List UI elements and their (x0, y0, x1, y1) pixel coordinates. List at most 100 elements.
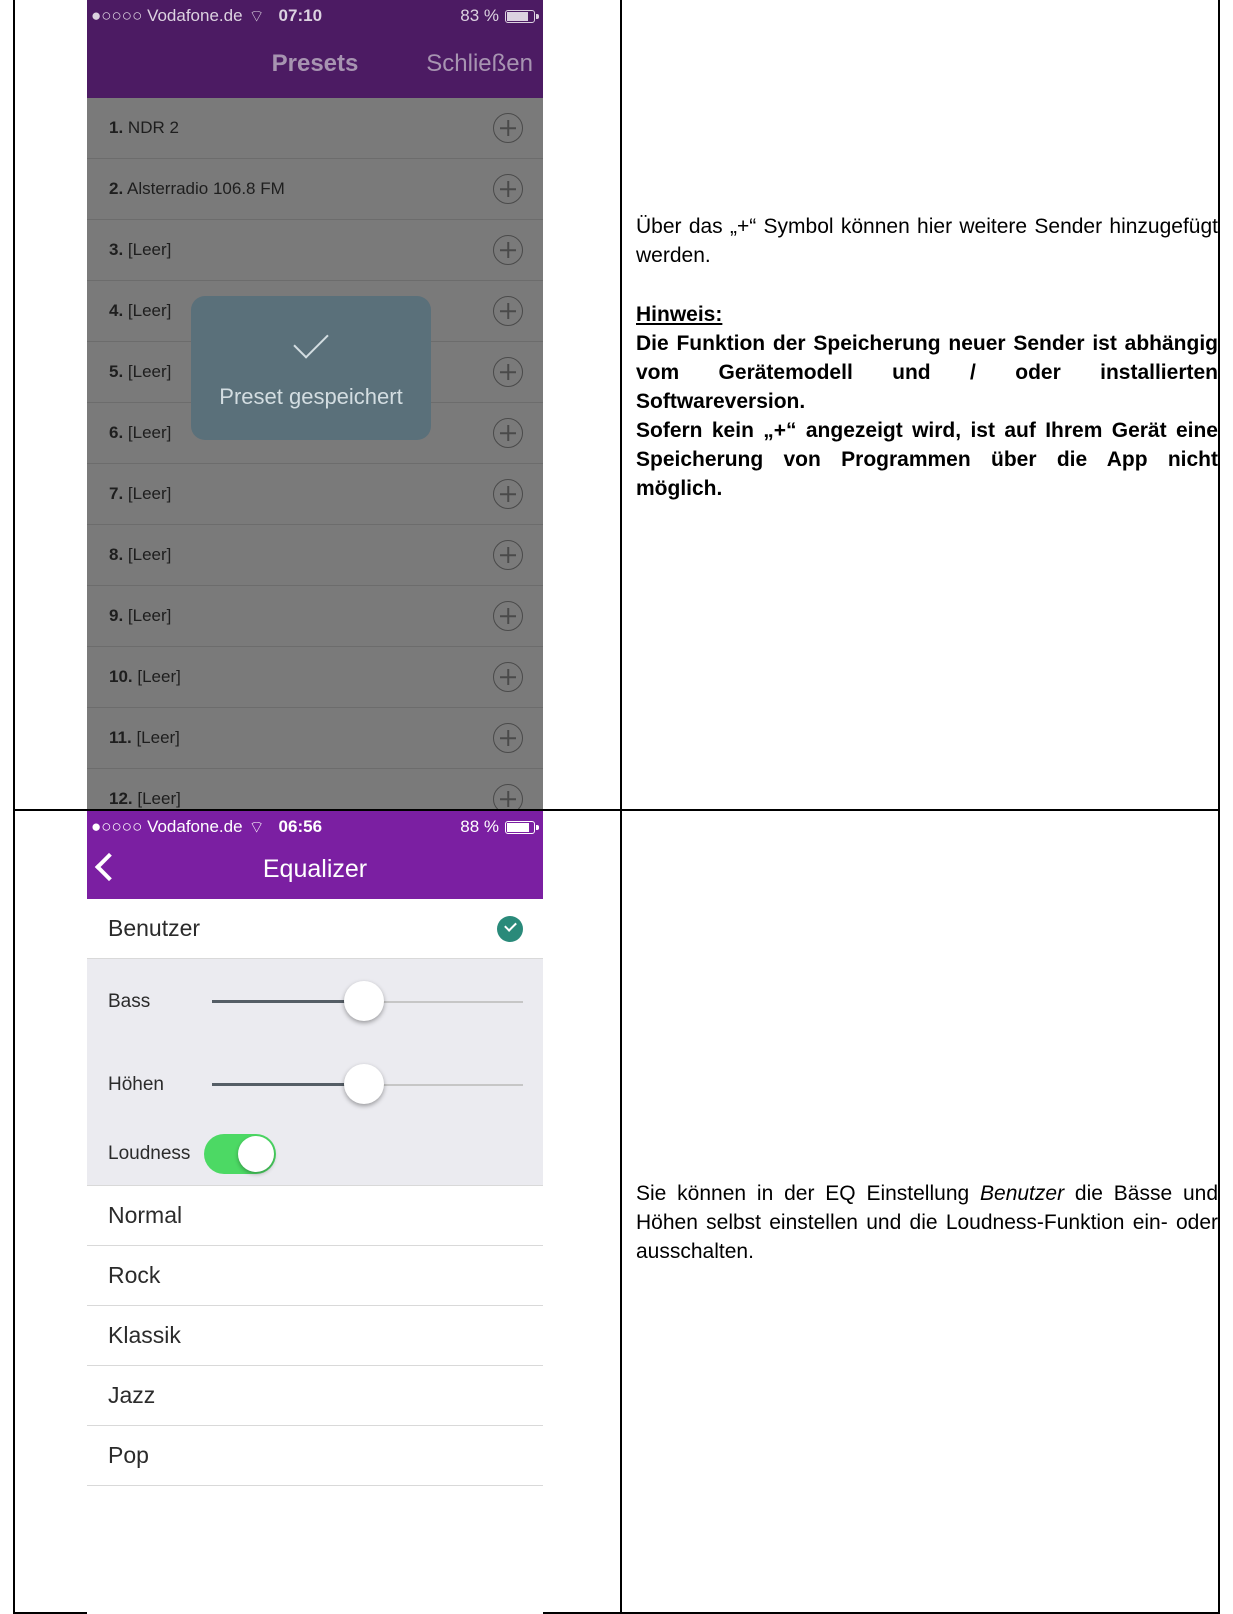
preset-name: [Leer] (137, 789, 181, 808)
treble-slider[interactable] (212, 1064, 523, 1104)
add-preset-icon[interactable] (493, 784, 523, 809)
add-preset-icon[interactable] (493, 296, 523, 326)
eq-preset-label: Pop (108, 1442, 149, 1468)
toggle-knob (238, 1136, 275, 1172)
preset-label: 4. [Leer] (109, 301, 171, 321)
presets-description: Über das „+“ Symbol können hier weitere … (636, 212, 1218, 503)
preset-row[interactable]: 2. Alsterradio 106.8 FM (87, 159, 543, 220)
eq-preset-row[interactable]: Jazz (87, 1366, 543, 1426)
preset-number: 12. (109, 789, 133, 808)
eq-preset-label: Benutzer (108, 915, 201, 941)
preset-name: [Leer] (127, 484, 172, 503)
bass-label: Bass (108, 991, 151, 1012)
saved-toast: Preset gespeichert (191, 296, 431, 440)
user-settings-panel: Bass Höhen Loudness (87, 959, 543, 1186)
carrier-label: ●○○○○ Vodafone.de (91, 6, 243, 25)
preset-number: 4. (109, 301, 124, 320)
battery-icon (505, 9, 539, 23)
add-preset-icon[interactable] (493, 601, 523, 631)
status-time: 07:10 (278, 6, 323, 25)
preset-row[interactable]: 10. [Leer] (87, 647, 543, 708)
preset-row[interactable]: 1. NDR 2 (87, 98, 543, 159)
close-button[interactable]: Schließen (426, 50, 533, 78)
preset-label: 7. [Leer] (109, 484, 171, 504)
eq-preset-row[interactable]: Klassik (87, 1306, 543, 1366)
preset-label: 9. [Leer] (109, 606, 171, 626)
add-preset-icon[interactable] (493, 113, 523, 143)
preset-name: [Leer] (127, 423, 172, 442)
preset-name: [Leer] (127, 240, 172, 259)
nav-bar: Equalizer (87, 843, 543, 899)
status-bar: ●○○○○ Vodafone.de ⌔ 06:56 88 % (87, 811, 543, 843)
eq-text-part: Sie können in der EQ Einstellung (636, 1182, 981, 1205)
bass-slider[interactable] (212, 981, 523, 1021)
preset-number: 8. (109, 545, 124, 564)
eq-text-emphasis: Benutzer (980, 1182, 1065, 1205)
add-preset-icon[interactable] (493, 174, 523, 204)
preset-number: 11. (109, 728, 132, 747)
loudness-label: Loudness (108, 1143, 191, 1164)
preset-row[interactable]: 9. [Leer] (87, 586, 543, 647)
carrier-label: ●○○○○ Vodafone.de (91, 817, 243, 836)
loudness-row: Loudness (108, 1134, 277, 1174)
preset-number: 6. (109, 423, 124, 442)
treble-slider-fill (212, 1083, 365, 1086)
preset-label: 1. NDR 2 (109, 118, 179, 138)
hint-heading: Hinweis: (636, 303, 723, 326)
preset-label: 8. [Leer] (109, 545, 171, 565)
preset-name: [Leer] (127, 362, 172, 381)
preset-label: 3. [Leer] (109, 240, 171, 260)
eq-text: Sie können in der EQ Einstellung Benutze… (636, 1179, 1218, 1266)
eq-preset-user[interactable]: Benutzer (87, 899, 543, 959)
preset-row[interactable]: 11. [Leer] (87, 708, 543, 769)
add-preset-icon[interactable] (493, 662, 523, 692)
preset-name: [Leer] (127, 606, 172, 625)
preset-name: [Leer] (127, 545, 172, 564)
treble-label: Höhen (108, 1074, 164, 1095)
preset-label: 12. [Leer] (109, 789, 181, 809)
treble-slider-thumb[interactable] (344, 1064, 385, 1104)
page-title: Equalizer (262, 855, 368, 883)
add-preset-icon[interactable] (493, 540, 523, 570)
eq-preset-label: Rock (108, 1262, 161, 1288)
preset-number: 1. (109, 118, 124, 137)
preset-list: 1. NDR 2 2. Alsterradio 106.8 FM 3. [Leer]… (87, 98, 543, 809)
add-preset-icon[interactable] (493, 418, 523, 448)
presets-screenshot: ●○○○○ Vodafone.de ⌔ 07:10 83 % Presets S… (87, 0, 543, 809)
wifi-icon: ⌔ (248, 6, 265, 26)
battery-percent: 88 % (460, 817, 499, 836)
add-preset-icon[interactable] (493, 357, 523, 387)
hint-text-2: Sofern kein „+“ angezeigt wird, ist auf … (636, 419, 1218, 500)
eq-preset-label: Normal (108, 1202, 183, 1228)
eq-preset-label: Jazz (108, 1382, 156, 1408)
preset-number: 7. (109, 484, 124, 503)
bass-slider-fill (212, 1000, 365, 1003)
wifi-icon: ⌔ (248, 817, 265, 837)
add-preset-icon[interactable] (493, 723, 523, 753)
preset-row[interactable]: 7. [Leer] (87, 464, 543, 525)
eq-preset-row[interactable]: Rock (87, 1246, 543, 1306)
preset-row[interactable]: 12. [Leer] (87, 769, 543, 809)
preset-row[interactable]: 8. [Leer] (87, 525, 543, 586)
treble-slider-row: Höhen (108, 1064, 523, 1105)
preset-label: 11. [Leer] (109, 728, 180, 748)
selected-check-icon (497, 915, 523, 942)
preset-name: [Leer] (137, 667, 181, 686)
preset-label: 6. [Leer] (109, 423, 171, 443)
loudness-toggle[interactable] (204, 1134, 277, 1174)
add-preset-icon[interactable] (493, 479, 523, 509)
table-column-divider (620, 0, 622, 1614)
preset-name: NDR 2 (127, 118, 179, 137)
eq-preset-row[interactable]: Normal (87, 1186, 543, 1246)
preset-name: [Leer] (127, 301, 172, 320)
eq-preset-row[interactable]: Pop (87, 1426, 543, 1486)
status-time: 06:56 (278, 817, 323, 836)
bass-slider-row: Bass (108, 981, 523, 1022)
bass-slider-thumb[interactable] (344, 981, 385, 1021)
preset-label: 2. Alsterradio 106.8 FM (109, 179, 285, 199)
preset-label: 10. [Leer] (109, 667, 181, 687)
battery-percent: 83 % (460, 6, 499, 25)
preset-row[interactable]: 3. [Leer] (87, 220, 543, 281)
eq-preset-list: Normal Rock Klassik Jazz Pop (87, 1186, 543, 1486)
add-preset-icon[interactable] (493, 235, 523, 265)
